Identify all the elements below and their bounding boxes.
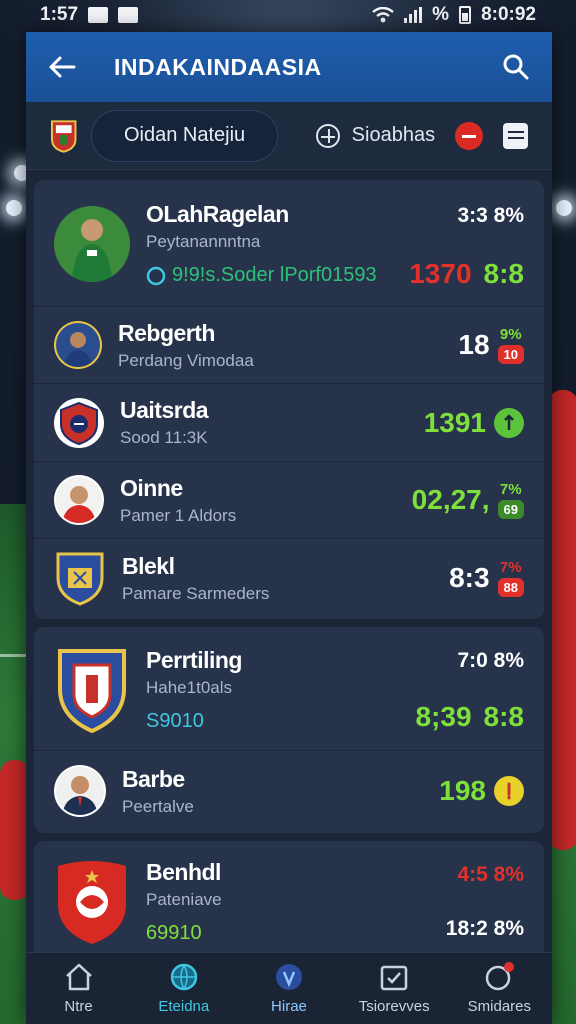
live-toggle-icon[interactable] xyxy=(455,121,483,150)
list-item[interactable]: OLahRagelan Peytanannntna 9!9!s.Soder lP… xyxy=(34,182,544,307)
stadium-light xyxy=(556,200,572,216)
item-pct: 9% xyxy=(499,326,522,343)
nav-messages[interactable]: Smidares xyxy=(449,962,549,1015)
home-icon xyxy=(65,963,92,991)
club-crest xyxy=(54,397,104,448)
item-value-secondary: 8:8 xyxy=(483,701,524,732)
search-button[interactable] xyxy=(500,51,532,83)
status-badge: 69 xyxy=(497,500,524,519)
item-subtitle: Peytanannntna xyxy=(146,232,261,251)
item-values: 198 xyxy=(439,775,524,807)
league-selector[interactable]: Oidan Natejiu xyxy=(91,109,278,162)
list-item[interactable]: Rebgerth Perdang Vimodaa 18 9% 10 xyxy=(34,307,544,384)
filter-bar: Oidan Natejiu Sioabhas xyxy=(26,102,552,170)
list-group: Perrtiling Hahe1t0als S9010 7:0 8% 8;39 … xyxy=(34,627,544,833)
item-value: 02,27, xyxy=(411,484,490,515)
nav-label: Hirae xyxy=(271,998,307,1015)
sync-icon xyxy=(146,266,166,285)
app-bar: INDAKAINDAASIA xyxy=(26,32,552,102)
stadium-light xyxy=(6,200,22,216)
nav-schedule[interactable]: Tsiorevves xyxy=(344,962,444,1015)
team-crest-icon xyxy=(50,119,77,153)
battery-percent: % xyxy=(432,4,450,25)
item-values: 8:3 7% 88 xyxy=(449,559,524,597)
chat-icon xyxy=(486,962,515,991)
item-value: 198 xyxy=(439,775,486,806)
item-value: 18:2 8% xyxy=(445,917,524,940)
item-subtitle: Hahe1t0als xyxy=(146,677,233,697)
calendar-check-icon xyxy=(380,965,408,991)
bottom-nav: Ntre Eteidna Hirae Tsiorevves Smidares xyxy=(26,952,552,1024)
status-bar: 1:57 % 8:0:92 xyxy=(0,0,576,30)
list-group: OLahRagelan Peytanannntna 9!9!s.Soder lP… xyxy=(34,180,544,619)
club-crest xyxy=(54,550,106,606)
item-value: 8;39 xyxy=(415,701,472,732)
item-values: 1391 xyxy=(424,407,524,439)
page-title: INDAKAINDAASIA xyxy=(114,53,322,80)
app-notification-icon xyxy=(118,7,139,23)
list-item[interactable]: Oinne Pamer 1 Aldors 02,27, 7% 69 xyxy=(34,462,544,539)
item-extra-text: 9!9!s.Soder lPorf01593 xyxy=(172,264,377,286)
club-crest xyxy=(54,858,130,946)
status-time: 1:57 xyxy=(40,4,79,25)
back-button[interactable] xyxy=(46,51,78,83)
item-values: 18 9% 10 xyxy=(458,326,524,364)
nav-explore[interactable]: Eteidna xyxy=(134,962,234,1015)
item-top-stat: 3:3 8% xyxy=(457,204,524,228)
list-item[interactable]: Blekl Pamare Sarmeders 8:3 7% 88 xyxy=(34,539,544,617)
item-subtitle: Pateniave xyxy=(146,890,222,909)
signal-icon xyxy=(404,7,423,23)
standings-list: OLahRagelan Peytanannntna 9!9!s.Soder lP… xyxy=(34,180,544,971)
list-item[interactable]: Uaitsrda Sood 11:3K 1391 xyxy=(34,384,544,462)
nav-home[interactable]: Ntre xyxy=(29,962,129,1015)
list-item[interactable]: Benhdl Pateniave 69910 4:5 8% 18:2 8% xyxy=(34,843,544,961)
app-window: INDAKAINDAASIA Oidan Natejiu Sioabhas OL… xyxy=(26,32,552,1024)
player-avatar xyxy=(54,206,130,282)
wifi-icon xyxy=(372,7,394,23)
item-pct: 7% xyxy=(499,559,522,576)
item-values: 02,27, 7% 69 xyxy=(412,481,524,519)
item-value-secondary: 8:8 xyxy=(483,258,524,289)
warning-icon xyxy=(494,776,524,806)
nav-label: Tsiorevves xyxy=(358,998,430,1015)
search-icon xyxy=(503,54,529,80)
player-avatar xyxy=(54,475,104,525)
nav-label: Ntre xyxy=(64,998,93,1015)
trend-up-icon xyxy=(494,407,524,438)
background-player xyxy=(548,390,576,850)
calendar-icon[interactable] xyxy=(502,122,528,149)
status-badge: 10 xyxy=(497,345,524,364)
shield-icon xyxy=(275,964,302,990)
filter-button[interactable]: Sioabhas xyxy=(315,123,436,148)
item-values: 1370 8:8 xyxy=(409,258,524,290)
status-badge: 88 xyxy=(497,578,524,597)
status-time-right: 8:0:92 xyxy=(481,4,536,25)
item-value: 1370 xyxy=(409,258,472,289)
player-avatar xyxy=(54,321,102,369)
item-pct: 7% xyxy=(499,481,522,498)
add-circle-icon xyxy=(315,123,340,148)
nav-leagues[interactable]: Hirae xyxy=(239,962,339,1015)
item-value: 1391 xyxy=(423,406,486,438)
club-crest xyxy=(54,645,130,735)
player-avatar xyxy=(54,765,106,817)
top-stat-text: 3:3 8% xyxy=(457,204,524,227)
arrow-left-icon xyxy=(49,56,76,78)
list-item[interactable]: Perrtiling Hahe1t0als S9010 7:0 8% 8;39 … xyxy=(34,629,544,751)
notification-icon xyxy=(88,7,109,23)
globe-icon xyxy=(170,963,198,991)
filter-label: Sioabhas xyxy=(351,124,436,146)
list-item[interactable]: Barbe Peertalve 198 xyxy=(34,751,544,831)
nav-label: Smidares xyxy=(467,998,532,1015)
list-group: Benhdl Pateniave 69910 4:5 8% 18:2 8% xyxy=(34,841,544,963)
nav-label: Eteidna xyxy=(158,998,210,1015)
item-value: 8:3 xyxy=(449,562,490,593)
item-value: 18 xyxy=(458,329,490,360)
battery-icon xyxy=(459,6,472,24)
item-top-stat: 7:0 8% xyxy=(457,649,524,672)
item-top-stat: 4:5 8% xyxy=(457,863,524,886)
item-values: 8;39 8:8 xyxy=(415,701,524,733)
